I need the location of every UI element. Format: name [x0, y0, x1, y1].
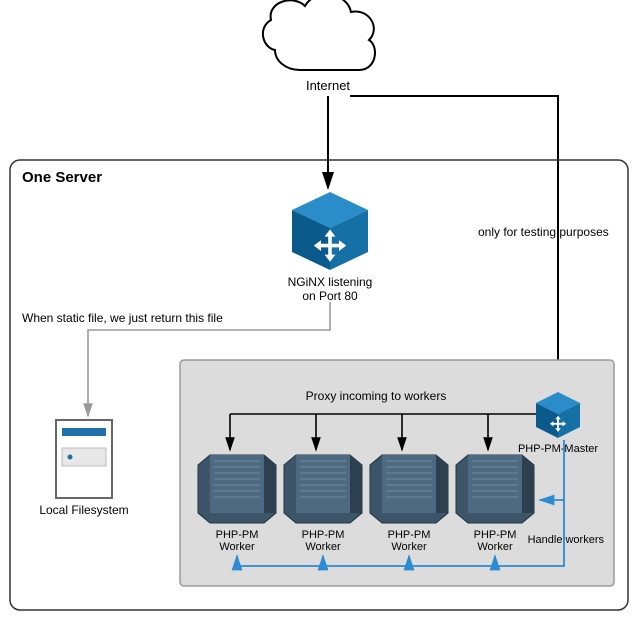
- server-title: One Server: [22, 169, 102, 186]
- label-static-file: When static file, we just return this fi…: [22, 311, 223, 325]
- worker-3-label-2: Worker: [391, 541, 427, 553]
- local-filesystem-label: Local Filesystem: [39, 503, 128, 517]
- worker-2-label-1: PHP-PM: [302, 529, 345, 541]
- worker-4: [456, 455, 534, 523]
- worker-4-label-2: Worker: [477, 541, 513, 553]
- internet-label: Internet: [306, 78, 350, 93]
- worker-3-label-1: PHP-PM: [388, 529, 431, 541]
- internet-cloud: Internet: [263, 0, 375, 93]
- worker-2: [284, 455, 362, 523]
- nginx-label-2: on Port 80: [302, 289, 358, 303]
- worker-1: [198, 455, 276, 523]
- nginx-label-1: NGiNX listening: [288, 275, 373, 289]
- worker-4-label-1: PHP-PM: [474, 529, 517, 541]
- label-testing: only for testing purposes: [478, 225, 609, 239]
- nginx-node: [292, 192, 368, 270]
- label-proxy: Proxy incoming to workers: [306, 389, 447, 403]
- worker-1-label-2: Worker: [219, 541, 255, 553]
- local-filesystem-node: [56, 420, 112, 498]
- arrow-internet-to-master: [350, 96, 558, 390]
- worker-3: [370, 455, 448, 523]
- worker-2-label-2: Worker: [305, 541, 341, 553]
- worker-1-label-1: PHP-PM: [216, 529, 259, 541]
- label-handle-workers: Handle workers: [528, 534, 605, 546]
- php-pm-master-label: PHP-PM-Master: [518, 443, 598, 455]
